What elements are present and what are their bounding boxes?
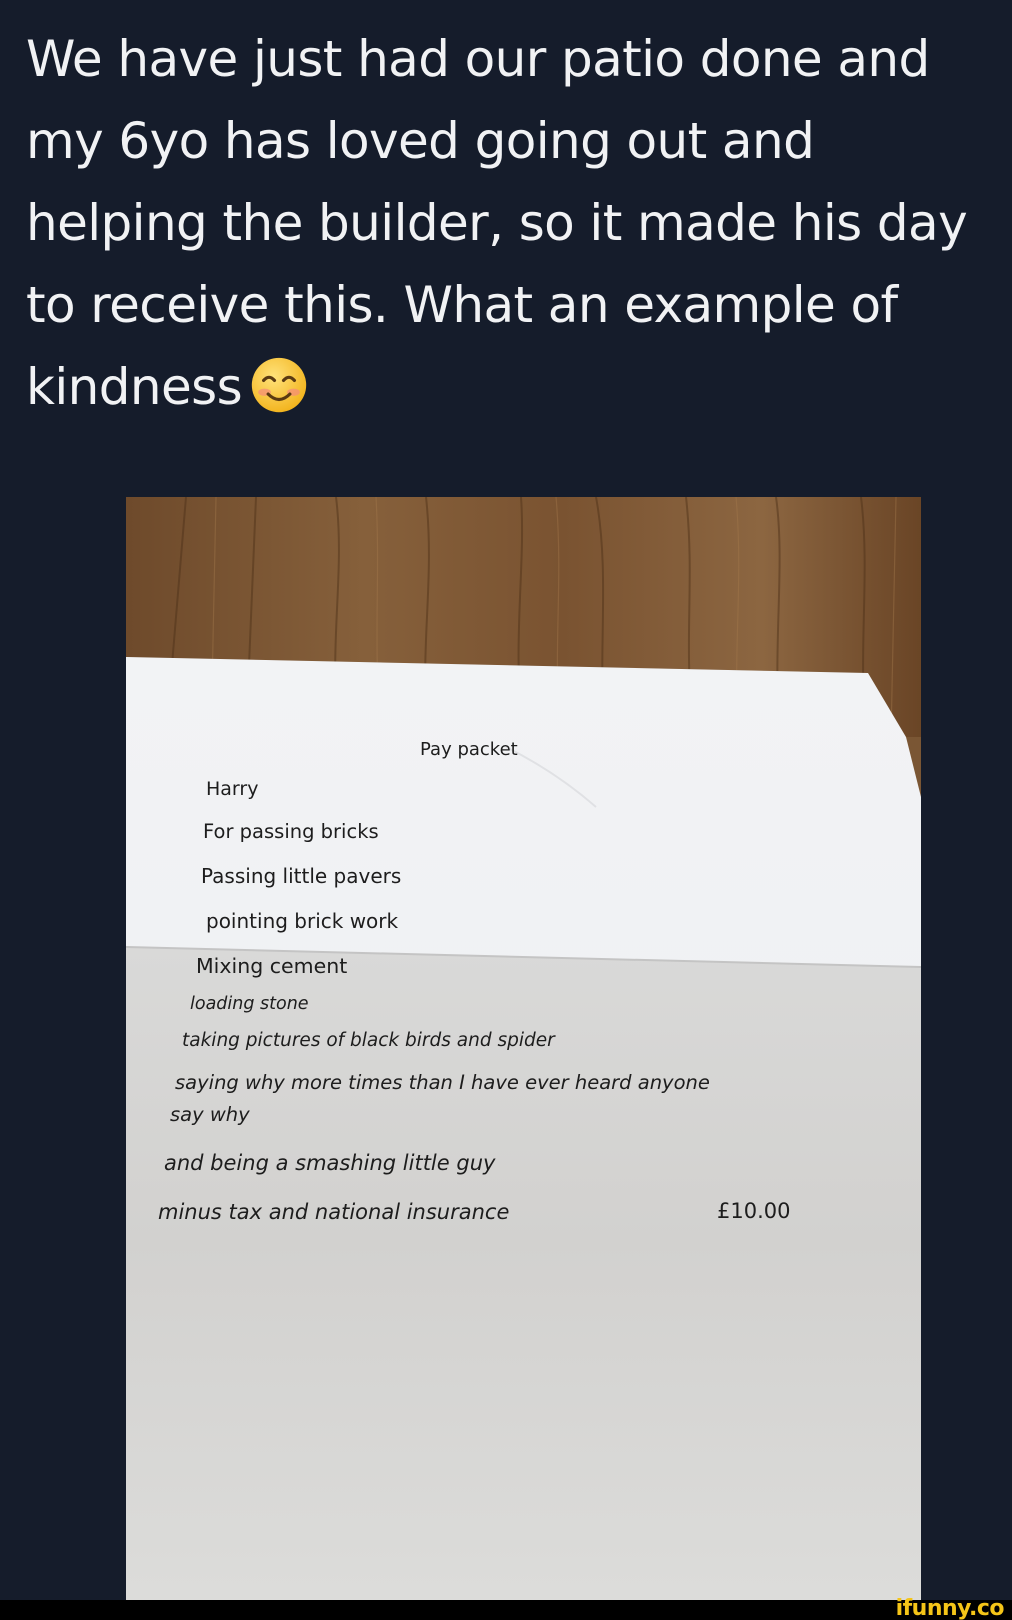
caption-line: kindness xyxy=(26,358,243,416)
doc-title: Pay packet xyxy=(420,739,518,760)
doc-item: loading stone xyxy=(190,994,309,1014)
doc-item: Mixing cement xyxy=(196,954,348,978)
caption-line: to receive this. What an example of xyxy=(26,276,898,334)
pay-packet-photo: Pay packet Harry For passing bricks Pass… xyxy=(126,497,921,1600)
smiling-face-icon xyxy=(251,357,307,413)
doc-total-label: minus tax and national insurance xyxy=(158,1200,510,1224)
doc-item: pointing brick work xyxy=(206,909,399,933)
post-caption: We have just had our patio done and my 6… xyxy=(26,18,996,428)
doc-name: Harry xyxy=(206,778,259,800)
caption-line: my 6yo has loved going out and xyxy=(26,112,815,170)
caption-line-last: kindness xyxy=(26,346,996,428)
doc-item: saying why more times than I have ever h… xyxy=(175,1071,710,1094)
watermark-bar xyxy=(0,1600,1012,1620)
doc-item: taking pictures of black birds and spide… xyxy=(182,1030,555,1051)
doc-item: say why xyxy=(170,1103,250,1126)
doc-item: and being a smashing little guy xyxy=(164,1151,496,1175)
ifunny-watermark: ifunny.co xyxy=(895,1596,1005,1620)
doc-total-amount: £10.00 xyxy=(717,1199,791,1223)
caption-line: helping the builder, so it made his day xyxy=(26,194,968,252)
doc-item: Passing little pavers xyxy=(201,864,402,888)
doc-item: For passing bricks xyxy=(203,820,379,843)
caption-line: We have just had our patio done and xyxy=(26,30,930,88)
